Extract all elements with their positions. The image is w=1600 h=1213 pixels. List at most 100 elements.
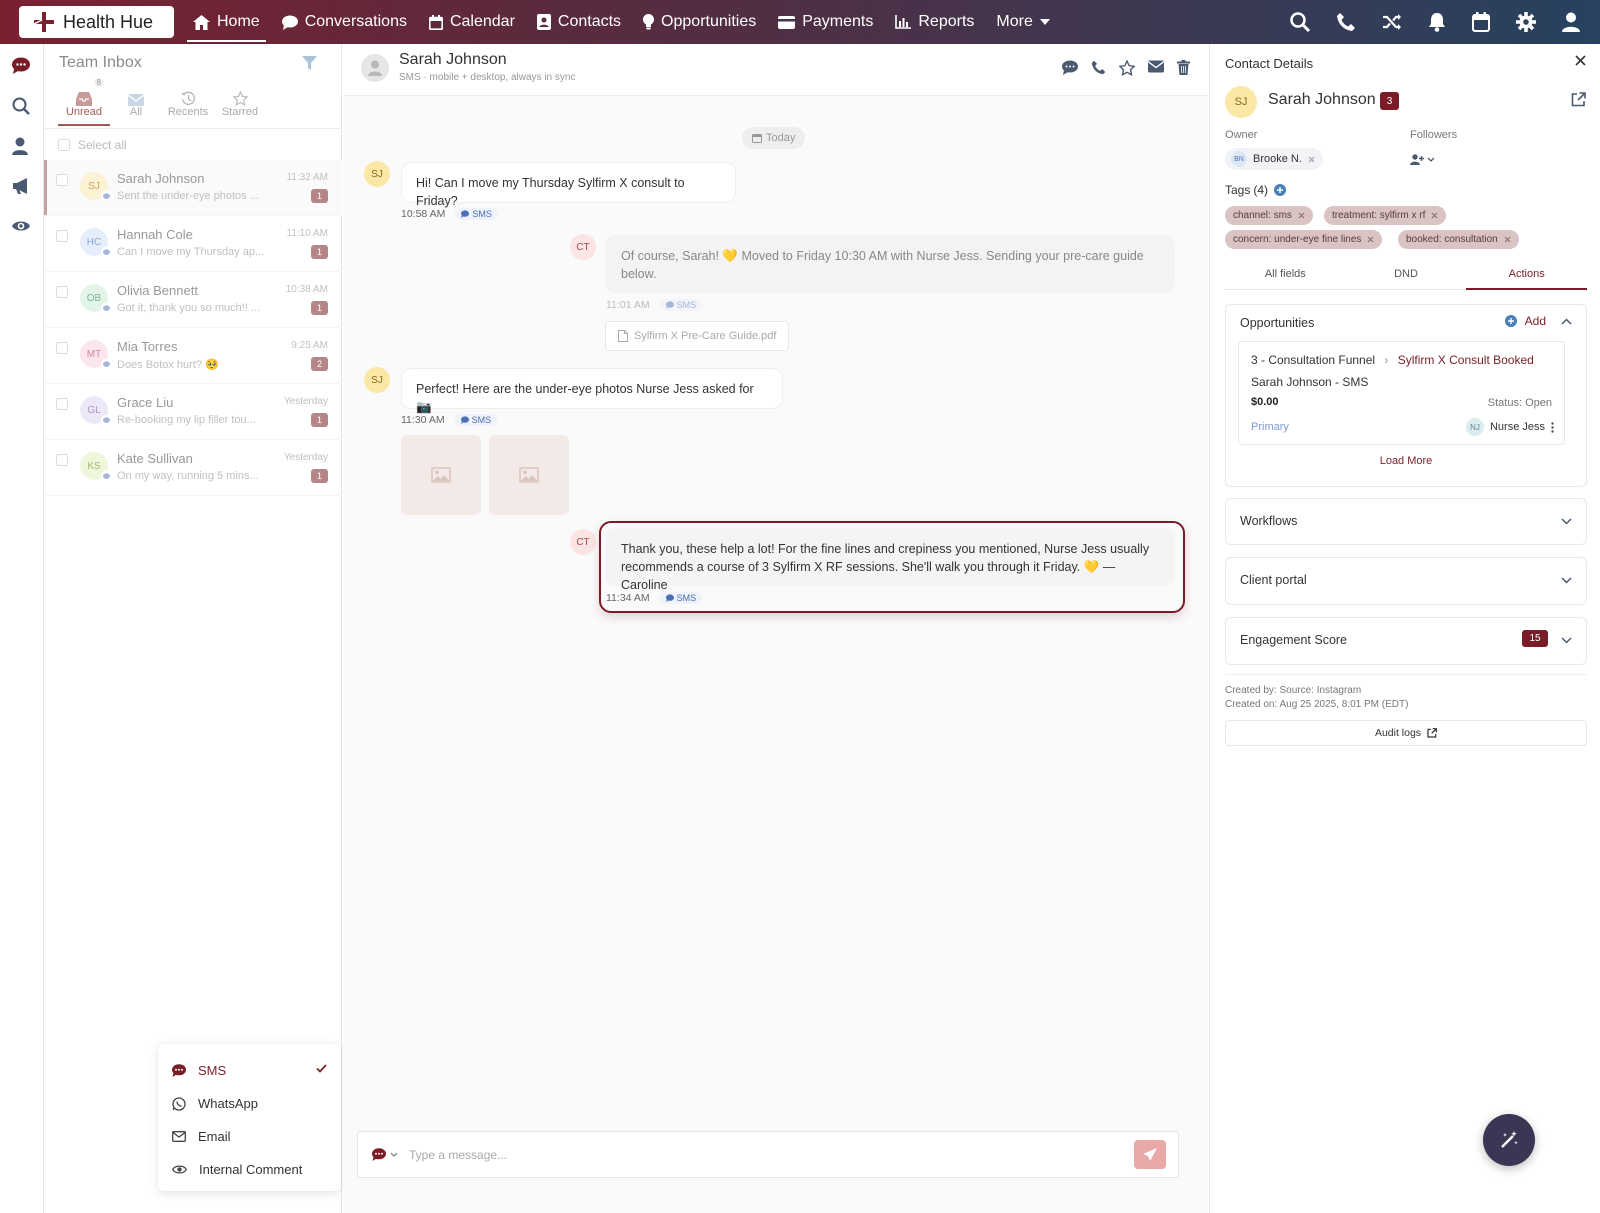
nav-conversations[interactable]: Conversations — [271, 4, 418, 40]
message-bubble-outgoing: Of course, Sarah! 💛 Moved to Friday 10:3… — [605, 235, 1175, 293]
brand-logo[interactable]: Health Hue — [19, 6, 174, 38]
photo-thumbnail[interactable] — [489, 435, 569, 515]
load-more-button[interactable]: Load More — [1226, 455, 1586, 467]
add-follower-button[interactable] — [1410, 148, 1448, 170]
tag-chip[interactable]: concern: under-eye fine lines — [1225, 230, 1383, 249]
inbox-panel: Team Inbox 8 Unread All Recents Starred … — [44, 44, 342, 1213]
select-all[interactable]: Select all — [58, 138, 127, 152]
owner-chip[interactable]: BN Brooke N. — [1225, 148, 1323, 170]
chevron-down-icon[interactable] — [1561, 637, 1572, 644]
conversation-item[interactable]: SJ Sarah Johnson Sent the under-eye photos… — [44, 160, 342, 216]
tab-all-fields[interactable]: All fields — [1225, 264, 1346, 289]
channel-option-internal-comment[interactable]: Internal Comment — [158, 1153, 341, 1186]
tag-chip[interactable]: booked: consultation — [1398, 230, 1519, 249]
close-icon[interactable] — [1504, 236, 1511, 243]
chat-icon[interactable] — [1062, 60, 1078, 75]
select-all-label: Select all — [78, 138, 127, 152]
send-button[interactable] — [1134, 1140, 1166, 1169]
close-icon[interactable] — [1431, 212, 1438, 219]
phone-icon[interactable] — [1091, 60, 1106, 75]
conversation-checkbox[interactable] — [56, 230, 68, 242]
workflows-card[interactable]: Workflows — [1225, 498, 1587, 545]
client-portal-card[interactable]: Client portal — [1225, 557, 1587, 605]
mail-icon[interactable] — [1148, 60, 1164, 73]
add-opportunity-button[interactable]: Add — [1504, 314, 1546, 328]
audit-logs-button[interactable]: Audit logs — [1225, 720, 1587, 746]
nav-opportunities[interactable]: Opportunities — [632, 4, 767, 40]
conversation-item[interactable]: OB Olivia Bennett Got it, thank you so muc… — [44, 272, 342, 328]
tab-starred[interactable]: Starred — [214, 82, 266, 126]
conversation-checkbox[interactable] — [56, 398, 68, 410]
conversation-name: Sarah Johnson — [117, 171, 205, 186]
chevron-up-icon[interactable] — [1561, 318, 1572, 325]
conversation-item[interactable]: HC Hannah Cole Can I move my Thursday ap..… — [44, 216, 342, 272]
nav-contacts[interactable]: Contacts — [526, 4, 632, 40]
nav-payments[interactable]: Payments — [767, 4, 884, 40]
shuffle-icon[interactable] — [1382, 13, 1402, 31]
conversation-contact-name[interactable]: Sarah Johnson — [399, 51, 507, 69]
eye-icon[interactable] — [12, 219, 30, 233]
close-icon[interactable] — [1575, 55, 1586, 66]
tab-actions[interactable]: Actions — [1466, 264, 1587, 290]
conversation-checkbox[interactable] — [56, 342, 68, 354]
channel-option-email[interactable]: Email — [158, 1120, 341, 1153]
chevron-down-icon[interactable] — [1561, 518, 1572, 525]
message-input[interactable]: Type a message... — [409, 1148, 507, 1162]
channel-option-sms[interactable]: SMS — [158, 1054, 341, 1087]
kebab-menu-icon[interactable] — [1551, 421, 1554, 433]
conversation-header: Sarah Johnson SMS · mobile + desktop, al… — [343, 44, 1208, 96]
tab-all[interactable]: All — [110, 82, 162, 126]
search-icon[interactable] — [1290, 12, 1310, 32]
photo-thumbnail[interactable] — [401, 435, 481, 515]
channel-dot — [101, 415, 111, 425]
chevron-down-icon[interactable] — [1561, 577, 1572, 584]
conversation-checkbox[interactable] — [56, 286, 68, 298]
search-icon[interactable] — [12, 97, 30, 115]
channel-option-whatsapp[interactable]: WhatsApp — [158, 1087, 341, 1120]
external-link-icon[interactable] — [1571, 92, 1586, 107]
add-tag-icon[interactable] — [1274, 184, 1287, 196]
tab-unread[interactable]: 8 Unread — [58, 78, 110, 126]
opportunity-item[interactable]: 3 - Consultation Funnel › Sylfirm X Cons… — [1238, 341, 1565, 445]
conversation-item[interactable]: GL Grace Liu Re-booking my lip filler tou.… — [44, 384, 342, 440]
conversation-checkbox[interactable] — [56, 174, 68, 186]
close-icon[interactable] — [1308, 156, 1315, 163]
user-icon[interactable] — [12, 137, 28, 155]
nav-more[interactable]: More — [985, 4, 1060, 40]
trash-icon[interactable] — [1177, 60, 1190, 75]
calendar-icon[interactable] — [1472, 12, 1490, 32]
file-attachment[interactable]: Sylfirm X Pre-Care Guide.pdf — [605, 321, 790, 351]
tab-recents[interactable]: Recents — [162, 82, 214, 126]
phone-icon[interactable] — [1336, 12, 1356, 32]
user-icon — [368, 60, 382, 76]
nav-reports[interactable]: Reports — [884, 4, 985, 40]
select-all-checkbox[interactable] — [58, 139, 70, 151]
close-icon[interactable] — [1367, 236, 1374, 243]
megaphone-icon[interactable] — [12, 177, 30, 195]
sms-icon — [102, 248, 110, 255]
avatar-initials: GL — [87, 404, 101, 416]
gear-icon[interactable] — [1516, 12, 1536, 32]
user-icon[interactable] — [1562, 12, 1580, 32]
bell-icon[interactable] — [1428, 12, 1446, 32]
channel-selector[interactable] — [372, 1148, 398, 1161]
unread-badge: 1 — [311, 469, 328, 483]
magic-wand-button[interactable] — [1483, 1114, 1535, 1166]
chat-icon[interactable] — [12, 57, 30, 74]
tag-chip[interactable]: treatment: sylfirm x rf — [1324, 206, 1447, 225]
channel-option-whatsapp-label: WhatsApp — [198, 1096, 258, 1111]
nav-home[interactable]: Home — [182, 4, 271, 42]
star-icon[interactable] — [1119, 60, 1135, 76]
close-icon[interactable] — [1298, 212, 1305, 219]
filter-icon[interactable] — [302, 56, 317, 70]
avatar — [361, 54, 389, 82]
engagement-score-card[interactable]: Engagement Score 15 — [1225, 617, 1587, 665]
tag-chip[interactable]: channel: sms — [1225, 206, 1313, 225]
conversation-checkbox[interactable] — [56, 454, 68, 466]
tab-dnd[interactable]: DND — [1346, 264, 1467, 289]
conversation-item[interactable]: KS Kate Sullivan On my way, running 5 mins… — [44, 440, 342, 496]
nav-calendar[interactable]: Calendar — [418, 4, 526, 40]
conversation-item[interactable]: MT Mia Torres Does Botox hurt? 🥺 9:25 AM 2 — [44, 328, 342, 384]
whatsapp-icon — [172, 1096, 186, 1111]
inbox-icon — [76, 92, 92, 106]
